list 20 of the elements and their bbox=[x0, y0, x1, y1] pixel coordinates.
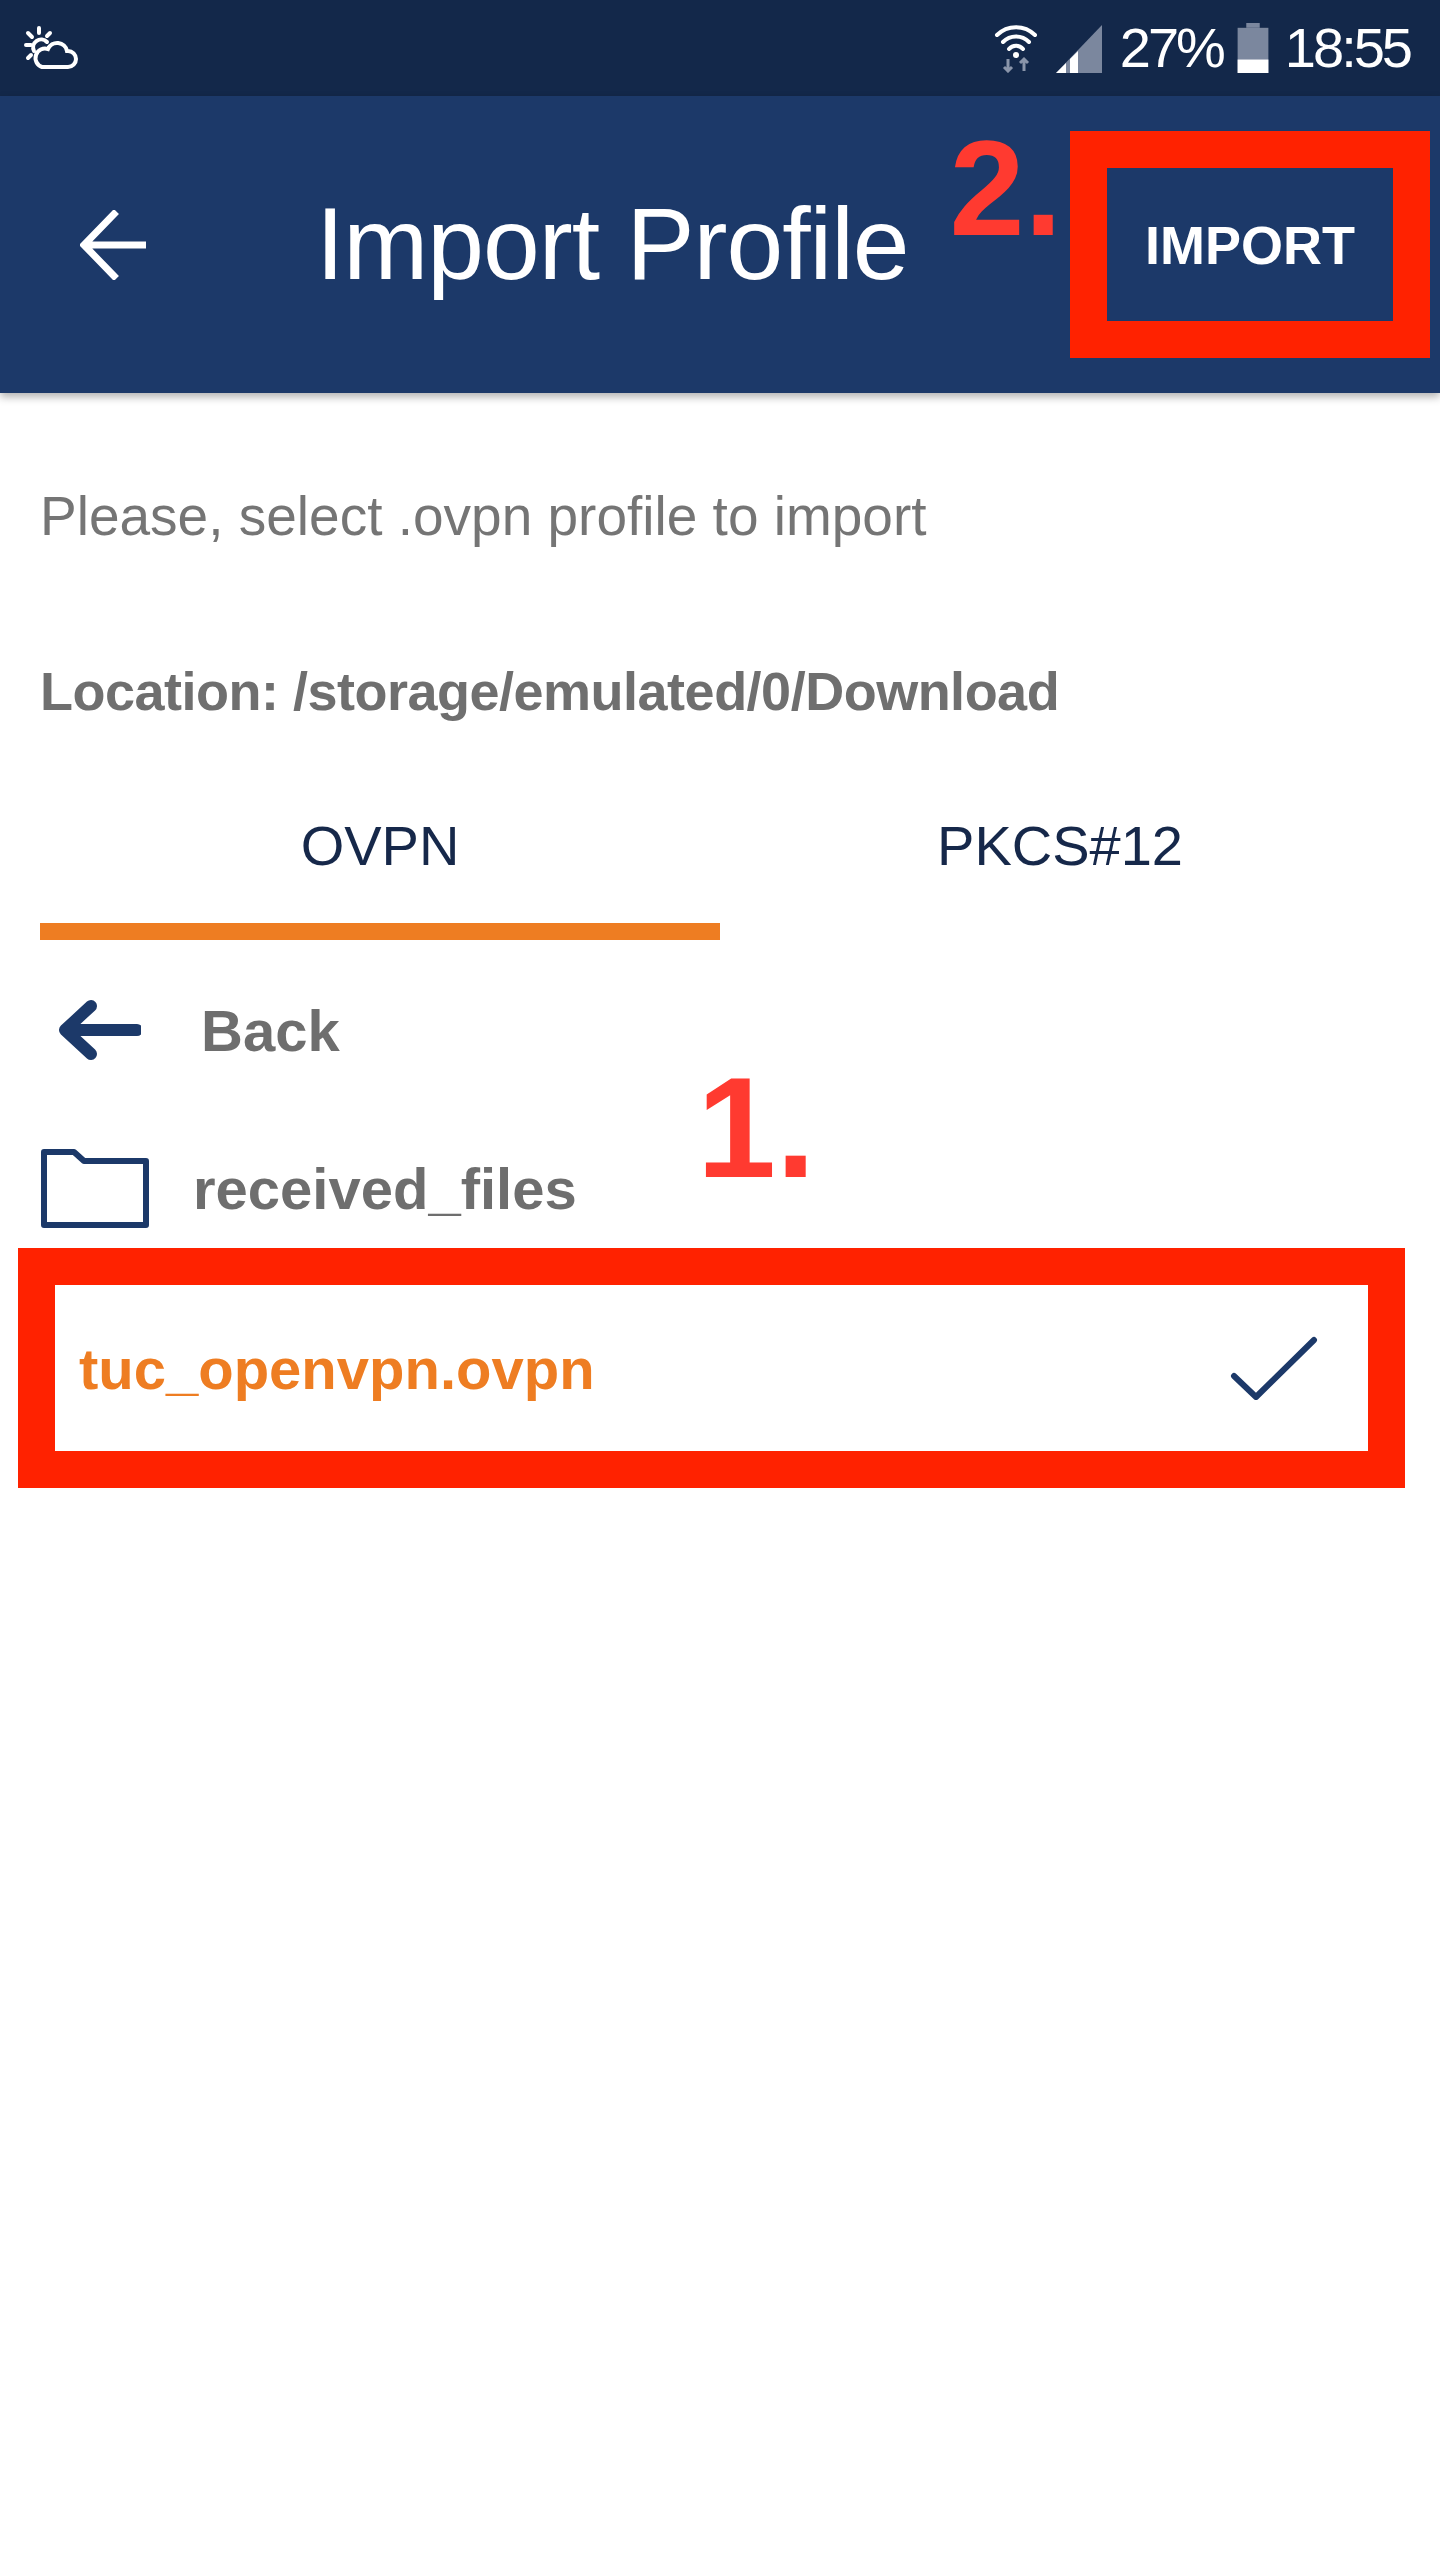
signal-icon bbox=[1053, 23, 1102, 73]
screen-title: Import Profile bbox=[316, 188, 909, 301]
location-path: Location: /storage/emulated/0/Download bbox=[40, 660, 1061, 723]
clock-time: 18:55 bbox=[1284, 20, 1410, 76]
tab[interactable]: PKCS#12 bbox=[720, 814, 1400, 940]
back-arrow-icon bbox=[80, 209, 146, 280]
folder-item[interactable]: received_files bbox=[0, 1128, 617, 1248]
cloud-sun-icon bbox=[22, 25, 78, 71]
wifi-icon bbox=[993, 23, 1038, 73]
back-item[interactable]: Back bbox=[0, 970, 380, 1090]
tab[interactable]: OVPN bbox=[40, 814, 720, 940]
import-button[interactable]: IMPORT bbox=[1107, 168, 1393, 321]
battery-icon bbox=[1236, 23, 1269, 73]
back-arrow-icon bbox=[57, 998, 141, 1062]
instruction-text: Please, select .ovpn profile to import bbox=[40, 484, 928, 548]
step-number: 2. bbox=[949, 121, 1062, 256]
battery-percent: 27% bbox=[1119, 20, 1223, 76]
checkmark-icon bbox=[1230, 1336, 1318, 1400]
folder-icon bbox=[41, 1148, 149, 1228]
step-number: 1. bbox=[697, 1057, 816, 1199]
